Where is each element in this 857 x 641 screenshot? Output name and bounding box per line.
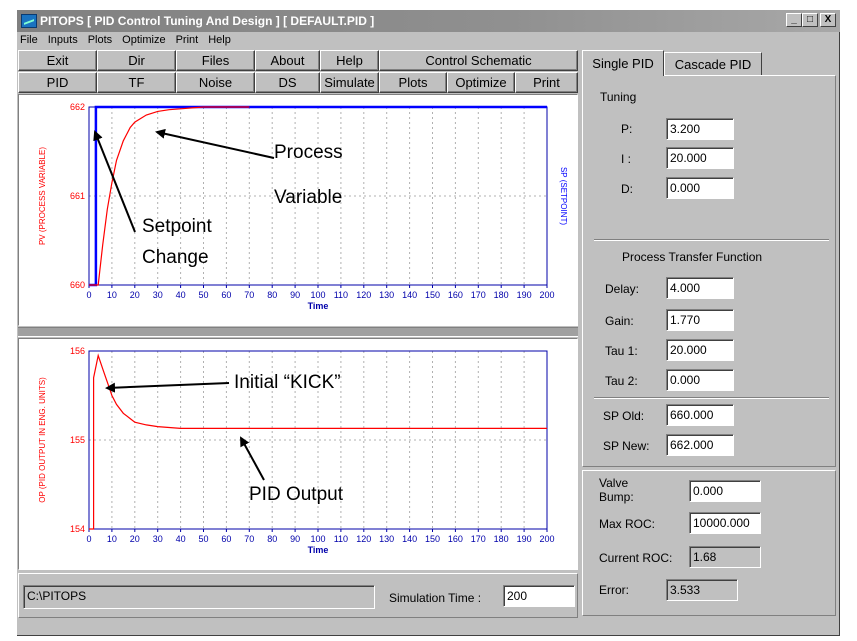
process-tf-heading: Process Transfer Function (622, 250, 763, 264)
divider (594, 239, 829, 241)
arrow-process-variable (155, 128, 275, 159)
tab-single-pid[interactable]: Single PID (582, 50, 664, 76)
valve-bump-label-line2: Bump: (599, 490, 634, 504)
sp-new-label: SP New: (603, 439, 650, 453)
d-input[interactable] (666, 177, 734, 199)
delay-input[interactable] (666, 277, 734, 299)
path-display: C:\PITOPS (23, 585, 375, 609)
divider (594, 397, 829, 399)
sp-new-input[interactable] (666, 434, 734, 456)
tau1-input[interactable] (666, 339, 734, 361)
current-roc-value: 1.68 (689, 546, 761, 568)
tuning-heading: Tuning (600, 90, 637, 104)
delay-label: Delay: (605, 282, 640, 296)
max-roc-label: Max ROC: (599, 517, 656, 531)
valve-bump-input[interactable] (689, 480, 761, 502)
tau2-input[interactable] (666, 369, 734, 391)
tau2-label: Tau 2: (605, 374, 638, 388)
valve-bump-label: Valve Bump: (599, 476, 634, 504)
arrow-initial-kick (105, 382, 230, 393)
arrow-setpoint-change (93, 130, 136, 233)
error-label: Error: (599, 583, 629, 597)
error-value: 3.533 (666, 579, 738, 601)
gain-label: Gain: (605, 314, 634, 328)
p-input[interactable] (666, 118, 734, 140)
arrow-pid-output (240, 436, 265, 481)
p-label: P: (621, 122, 633, 136)
i-label: I : (621, 152, 632, 166)
sim-time-label: Simulation Time : (389, 591, 482, 605)
max-roc-input[interactable] (689, 512, 761, 534)
gain-input[interactable] (666, 309, 734, 331)
sp-old-input[interactable] (666, 404, 734, 426)
sim-time-input[interactable] (503, 585, 575, 607)
d-label: D: (621, 182, 633, 196)
main-window: PITOPS [ PID Control Tuning And Design ]… (17, 10, 840, 636)
current-roc-label: Current ROC: (599, 551, 673, 565)
tau1-label: Tau 1: (605, 344, 638, 358)
tab-cascade-pid[interactable]: Cascade PID (664, 52, 762, 76)
valve-bump-label-line1: Valve (599, 476, 629, 490)
sp-old-label: SP Old: (603, 409, 645, 423)
i-input[interactable] (666, 147, 734, 169)
